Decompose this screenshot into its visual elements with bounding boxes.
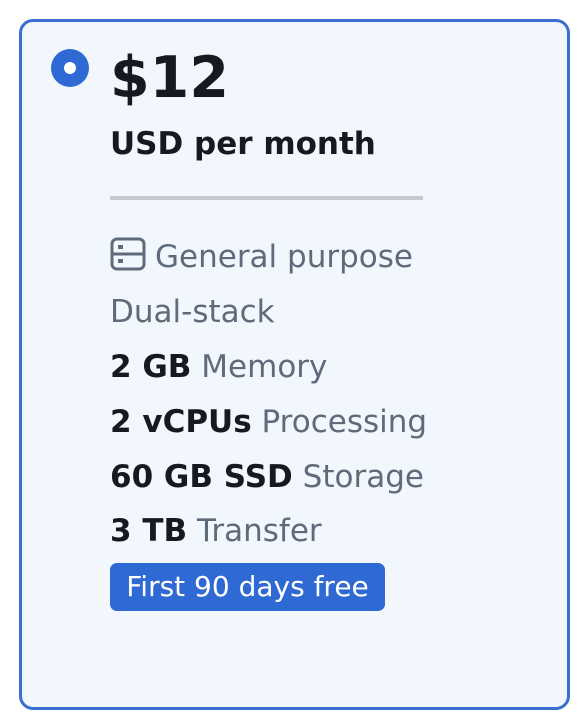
plan-storage-label: Storage xyxy=(302,459,424,495)
plan-transfer-label: Transfer xyxy=(197,513,322,549)
plan-memory-value: 2 GB xyxy=(110,349,192,385)
plan-price: $12 xyxy=(110,45,229,111)
plan-transfer-value: 3 TB xyxy=(110,513,188,549)
plan-processing: 2 vCPUs Processing xyxy=(110,402,427,442)
plan-network-type: Dual-stack xyxy=(110,294,275,330)
free-trial-badge: First 90 days free xyxy=(110,563,385,611)
plan-memory: 2 GB Memory xyxy=(110,347,327,387)
plan-memory-label: Memory xyxy=(201,349,328,385)
plan-transfer: 3 TB Transfer xyxy=(110,511,322,551)
plan-category-label: General purpose xyxy=(155,239,413,275)
radio-selected-dot xyxy=(64,62,76,74)
plan-storage: 60 GB SSD Storage xyxy=(110,457,424,497)
plan-radio-button[interactable] xyxy=(51,49,89,87)
plan-processing-value: 2 vCPUs xyxy=(110,404,252,440)
plan-processing-label: Processing xyxy=(261,404,428,440)
plan-storage-value: 60 GB SSD xyxy=(110,459,293,495)
plan-category: General purpose xyxy=(110,237,413,281)
server-icon xyxy=(110,237,146,281)
divider xyxy=(110,196,423,200)
plan-price-unit: USD per month xyxy=(110,126,376,162)
